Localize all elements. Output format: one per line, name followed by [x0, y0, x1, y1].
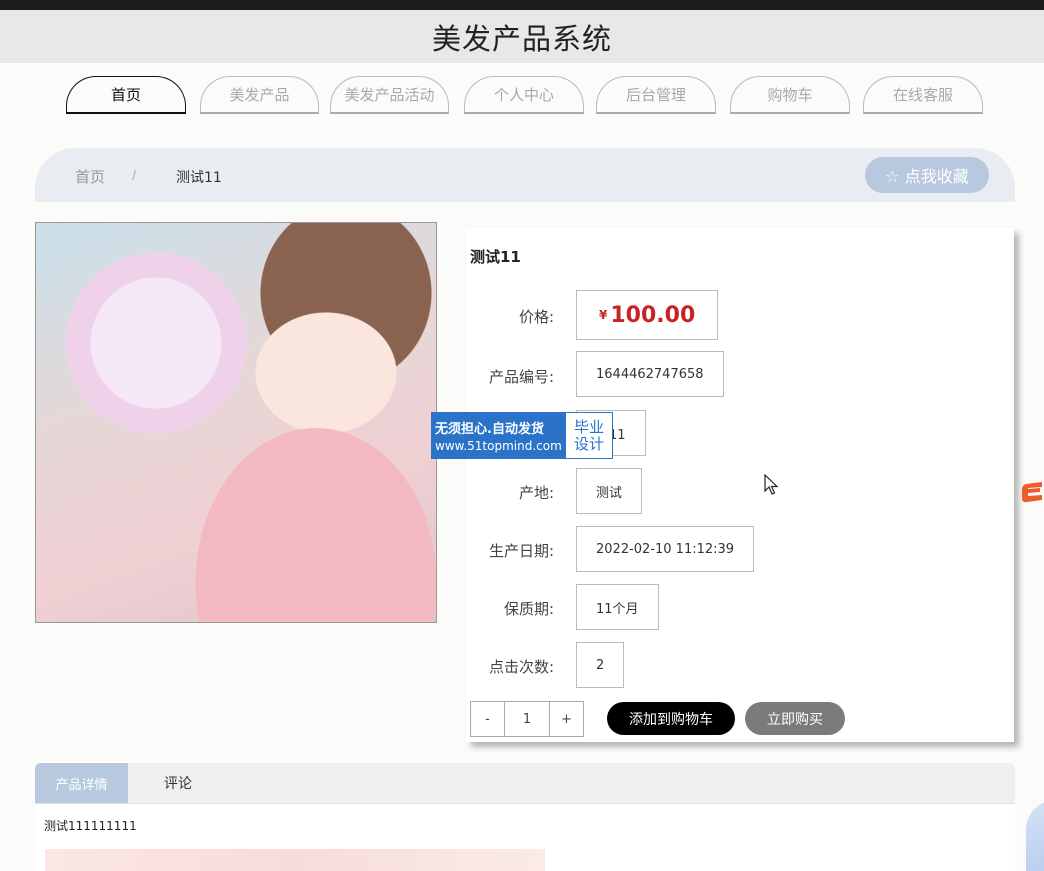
- floating-widget[interactable]: [1026, 800, 1044, 871]
- quantity-input[interactable]: 1: [504, 702, 550, 736]
- shelf-life-label: 保质期:: [503, 600, 554, 618]
- main-nav: 首页 美发产品 美发产品活动 个人中心 后台管理 购物车 在线客服: [0, 76, 1044, 118]
- watermark-badge: 无须担心.自动发货 www.51topmind.com 毕业 设计: [431, 412, 613, 459]
- currency-symbol: ¥: [599, 308, 608, 322]
- window-top-strip: [0, 0, 1044, 10]
- breadcrumb-separator: /: [132, 168, 137, 182]
- product-code-label: 产品编号:: [488, 368, 554, 386]
- production-date-label: 生产日期:: [488, 542, 554, 560]
- buy-now-button[interactable]: 立即购买: [745, 702, 845, 735]
- price-value: ¥ 100.00: [576, 290, 719, 340]
- nav-tab-personal-center[interactable]: 个人中心: [464, 76, 584, 114]
- production-date-value: 2022-02-10 11:12:39: [576, 526, 755, 572]
- click-count-value: 2: [576, 642, 625, 688]
- breadcrumb: 首页 / 测试11 ☆ 点我收藏: [35, 148, 1015, 202]
- watermark-url: www.51topmind.com: [435, 439, 562, 453]
- app-title: 美发产品系统: [431, 21, 612, 56]
- detail-text: 测试111111111: [44, 819, 137, 833]
- nav-tab-admin[interactable]: 后台管理: [596, 76, 716, 114]
- tab-product-detail[interactable]: 产品详情: [35, 763, 128, 803]
- nav-tab-product-activities[interactable]: 美发产品活动: [330, 76, 449, 114]
- product-info-panel: 测试11 价格: ¥ 100.00 产品编号: 1644462747658 型1…: [466, 228, 1014, 742]
- breadcrumb-home[interactable]: 首页: [75, 166, 105, 187]
- shelf-life-value: 11个月: [576, 584, 659, 630]
- side-logo-icon: [1022, 482, 1042, 503]
- nav-tab-cart[interactable]: 购物车: [730, 76, 850, 114]
- watermark-slogan: 无须担心.自动发货: [435, 422, 544, 437]
- watermark-right: 毕业 设计: [566, 413, 612, 458]
- quantity-decrease-button[interactable]: -: [471, 702, 504, 736]
- origin-label: 产地:: [518, 484, 554, 502]
- origin-value: 测试: [576, 468, 643, 514]
- watermark-word-1: 毕业: [573, 417, 604, 436]
- detail-content: 测试111111111: [35, 804, 1015, 871]
- quantity-increase-button[interactable]: +: [550, 702, 583, 736]
- product-name: 测试11: [470, 248, 521, 266]
- price-label: 价格:: [518, 308, 554, 326]
- watermark-word-2: 设计: [573, 434, 604, 453]
- watermark-left: 无须担心.自动发货 www.51topmind.com: [432, 413, 566, 458]
- nav-tab-home[interactable]: 首页: [66, 76, 186, 114]
- add-to-cart-button[interactable]: 添加到购物车: [607, 702, 735, 735]
- price-amount: 100.00: [610, 302, 696, 328]
- tab-comments[interactable]: 评论: [128, 763, 228, 803]
- nav-tab-hair-products[interactable]: 美发产品: [200, 76, 319, 114]
- favorite-button[interactable]: ☆ 点我收藏: [865, 157, 989, 193]
- nav-tab-online-service[interactable]: 在线客服: [863, 76, 983, 114]
- mouse-cursor-icon: [764, 474, 779, 495]
- quantity-stepper: - 1 +: [470, 701, 584, 737]
- header: 美发产品系统: [0, 10, 1044, 63]
- product-code-value: 1644462747658: [576, 351, 724, 397]
- click-count-label: 点击次数:: [488, 658, 554, 676]
- detail-image: [45, 849, 545, 871]
- breadcrumb-current: 测试11: [176, 170, 222, 186]
- product-image: [35, 222, 437, 623]
- detail-tabs: 产品详情 评论: [35, 763, 1015, 804]
